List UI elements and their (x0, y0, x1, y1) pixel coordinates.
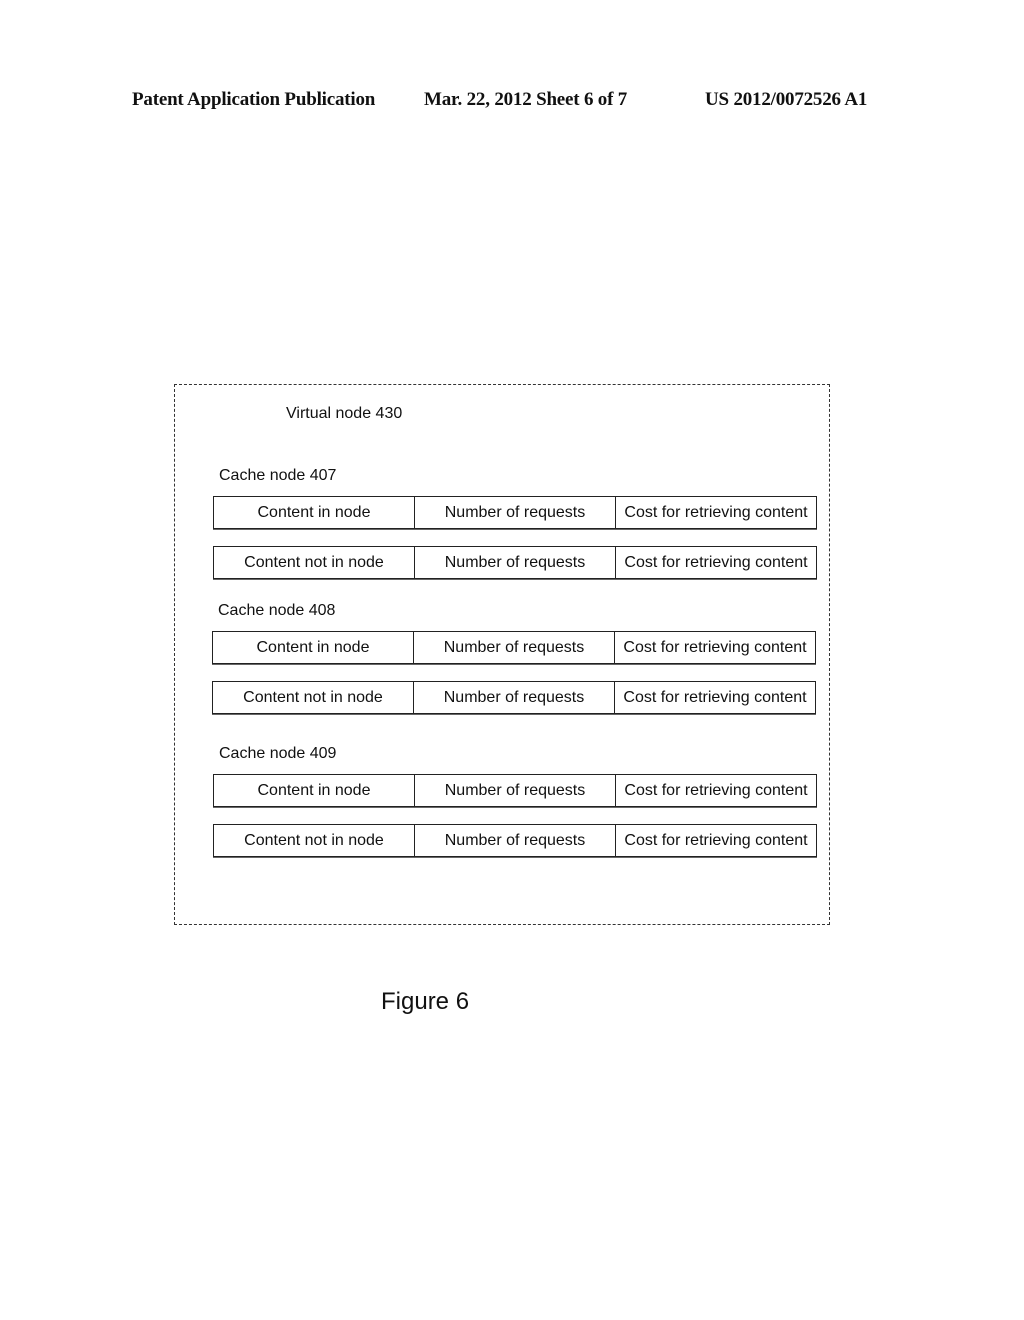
table-row: Content not in node Number of requests C… (213, 824, 817, 857)
date-sheet: Mar. 22, 2012 Sheet 6 of 7 (424, 89, 628, 110)
cost-cell: Cost for retrieving content (623, 638, 807, 656)
virtual-node-label: Virtual node 430 (286, 405, 403, 422)
cache-node-label: Cache node 409 (219, 745, 337, 762)
table-row: Content not in node Number of requests C… (212, 681, 816, 714)
cost-cell: Cost for retrieving content (624, 503, 808, 521)
cost-cell: Cost for retrieving content (624, 831, 808, 849)
table-row: Content in node Number of requests Cost … (213, 774, 817, 807)
content-cell: Content not in node (214, 825, 415, 856)
cost-cell: Cost for retrieving content (624, 553, 808, 571)
table-row: Content not in node Number of requests C… (213, 546, 817, 579)
content-cell: Content in node (214, 497, 415, 528)
page-header: Patent Application Publication Mar. 22, … (0, 89, 1024, 113)
publication-title: Patent Application Publication (132, 89, 376, 110)
content-cell: Content in node (213, 632, 414, 663)
cache-node-label: Cache node 408 (218, 602, 336, 619)
content-cell: Content not in node (214, 547, 415, 578)
requests-cell: Number of requests (415, 497, 616, 528)
content-cell: Content in node (214, 775, 415, 806)
content-cell: Content not in node (213, 682, 414, 713)
requests-cell: Number of requests (414, 682, 615, 713)
cost-cell: Cost for retrieving content (623, 688, 807, 706)
requests-cell: Number of requests (414, 632, 615, 663)
patent-number: US 2012/0072526 A1 (705, 89, 868, 110)
figure-caption: Figure 6 (381, 988, 470, 1015)
requests-cell: Number of requests (415, 547, 616, 578)
requests-cell: Number of requests (415, 825, 616, 856)
requests-cell: Number of requests (415, 775, 616, 806)
cost-cell: Cost for retrieving content (624, 781, 808, 799)
table-row: Content in node Number of requests Cost … (213, 496, 817, 529)
table-row: Content in node Number of requests Cost … (212, 631, 816, 664)
cache-node-label: Cache node 407 (219, 467, 337, 484)
